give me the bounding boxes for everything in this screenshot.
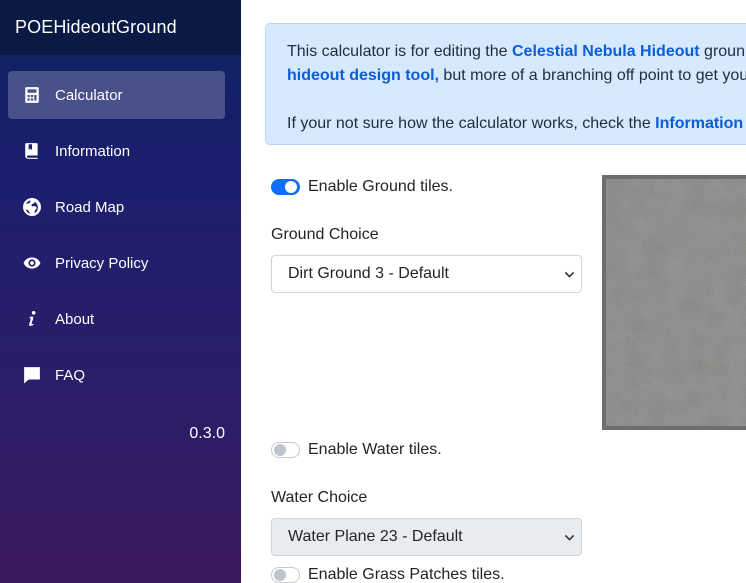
alert-text: If your not sure how the calculator work… <box>287 115 656 132</box>
sidebar-item-label: About <box>55 310 95 328</box>
sidebar: POEHideoutGround Calculator Information … <box>0 0 241 583</box>
ground-toggle-row: Enable Ground tiles. <box>271 178 453 196</box>
dirt-texture-image <box>606 179 746 426</box>
chevron-down-icon <box>564 271 575 278</box>
sidebar-item-information[interactable]: Information <box>8 127 225 175</box>
globe-icon <box>23 198 41 216</box>
sidebar-item-calculator[interactable]: Calculator <box>8 71 225 119</box>
grass-toggle-label[interactable]: Enable Grass Patches tiles. <box>308 566 505 583</box>
water-toggle-row: Enable Water tiles. <box>271 441 442 459</box>
sidebar-item-label: FAQ <box>55 366 86 384</box>
sidebar-item-label: Calculator <box>55 86 123 104</box>
eye-icon <box>23 254 41 272</box>
main-content: This calculator is for editing the Celes… <box>241 0 746 583</box>
water-toggle-label[interactable]: Enable Water tiles. <box>308 441 442 459</box>
brand-title[interactable]: POEHideoutGround <box>0 0 241 55</box>
sidebar-item-road-map[interactable]: Road Map <box>8 183 225 231</box>
sidebar-item-label: Information <box>55 142 131 160</box>
sidebar-nav: Calculator Information Road Map Privacy … <box>0 55 241 399</box>
sidebar-item-faq[interactable]: FAQ <box>8 351 225 399</box>
water-choice-value: Water Plane 23 - Default <box>288 528 463 545</box>
ground-choice-value: Dirt Ground 3 - Default <box>288 265 449 282</box>
alert-text: groun <box>699 43 745 60</box>
water-toggle-switch[interactable] <box>271 442 300 458</box>
ground-choice-select[interactable]: Dirt Ground 3 - Default <box>271 255 582 293</box>
chevron-down-icon <box>564 534 575 541</box>
grass-toggle-switch[interactable] <box>271 567 300 583</box>
ground-toggle-label[interactable]: Enable Ground tiles. <box>308 178 453 196</box>
sidebar-item-label: Privacy Policy <box>55 254 149 272</box>
grass-toggle-row: Enable Grass Patches tiles. <box>271 566 505 583</box>
chat-icon <box>23 366 41 384</box>
info-icon <box>23 310 41 328</box>
water-choice-label: Water Choice <box>271 489 368 506</box>
book-icon <box>23 142 41 160</box>
celestial-nebula-link[interactable]: Celestial Nebula Hideout <box>512 43 700 60</box>
ground-toggle-switch[interactable] <box>271 179 300 195</box>
alert-paragraph-1: This calculator is for editing the Celes… <box>287 40 746 88</box>
version-label: 0.3.0 <box>189 425 225 442</box>
alert-paragraph-2: If your not sure how the calculator work… <box>287 112 746 136</box>
sidebar-item-label: Road Map <box>55 198 125 216</box>
ground-texture-preview <box>602 175 746 430</box>
water-choice-select[interactable]: Water Plane 23 - Default <box>271 518 582 556</box>
sidebar-item-privacy-policy[interactable]: Privacy Policy <box>8 239 225 287</box>
ground-choice-label: Ground Choice <box>271 226 379 243</box>
sidebar-item-about[interactable]: About <box>8 295 225 343</box>
hideout-design-tool-link[interactable]: hideout design tool, <box>287 67 439 84</box>
calculator-icon <box>23 86 41 104</box>
alert-text: This calculator is for editing the <box>287 43 512 60</box>
info-alert: This calculator is for editing the Celes… <box>265 23 746 145</box>
information-link[interactable]: Information <box>655 115 743 132</box>
alert-text: but more of a branching off point to get… <box>438 67 746 84</box>
